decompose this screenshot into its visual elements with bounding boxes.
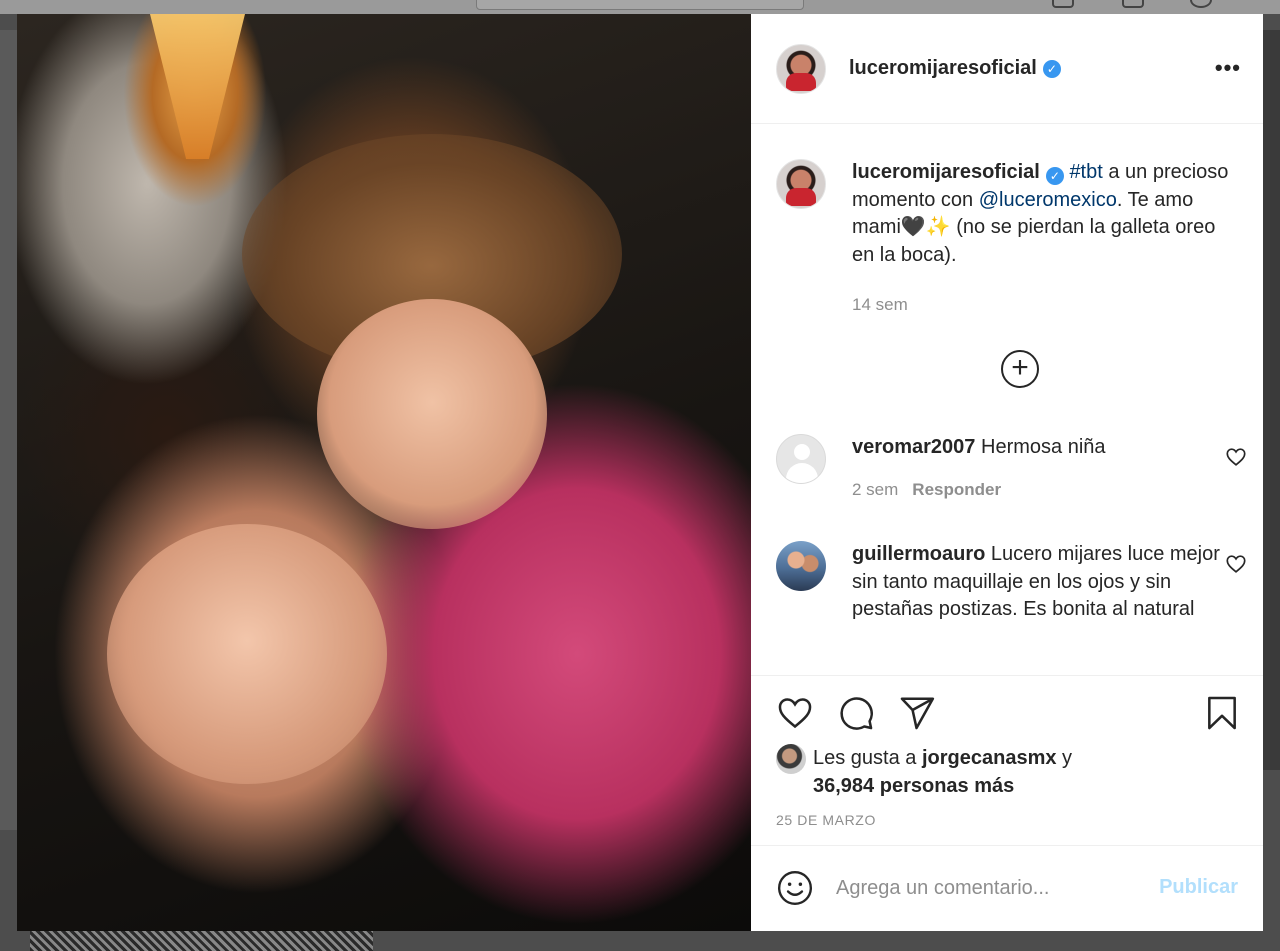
publish-button[interactable]: Publicar — [1159, 876, 1238, 899]
liker-avatar[interactable] — [776, 744, 806, 774]
verified-badge-icon: ✓ — [1045, 167, 1064, 185]
like-comment-heart-icon[interactable] — [1225, 553, 1247, 575]
more-options-button[interactable]: ••• — [1215, 57, 1241, 79]
heart-icon[interactable] — [776, 694, 814, 732]
load-more-comments-button[interactable]: + — [1001, 350, 1039, 388]
emoji-icon[interactable] — [776, 869, 814, 907]
post-actions: Les gusta a jorgecanasmx y 36,984 person… — [751, 675, 1263, 845]
post-sidebar: luceromijaresoficial ✓ ••• luceromijares… — [751, 14, 1263, 931]
comment-item: guillermoauro Lucero mijares luce mejor … — [776, 541, 1247, 624]
comment-text: Hermosa niña — [981, 436, 1106, 458]
caption-time[interactable]: 14 sem — [852, 291, 1242, 319]
author-username[interactable]: luceromijaresoficial — [849, 57, 1037, 80]
liker-username[interactable]: jorgecanasmx — [922, 747, 1057, 769]
likes-prefix: Les gusta a — [813, 747, 922, 769]
likes-summary: Les gusta a jorgecanasmx y 36,984 person… — [776, 744, 1072, 800]
likes-suffix: y — [1056, 747, 1073, 769]
post-header: luceromijaresoficial ✓ ••• — [751, 14, 1263, 124]
post-modal: luceromijaresoficial ✓ ••• luceromijares… — [17, 14, 1263, 931]
caption-avatar[interactable] — [776, 159, 826, 209]
verified-badge-icon: ✓ — [1042, 59, 1061, 78]
send-icon[interactable] — [898, 694, 936, 732]
post-photo[interactable] — [17, 14, 751, 931]
add-comment-bar: Publicar — [751, 845, 1263, 931]
comment-icon[interactable] — [837, 694, 875, 732]
likes-text: Les gusta a jorgecanasmx y 36,984 person… — [813, 744, 1072, 800]
caption-username[interactable]: luceromijaresoficial — [852, 161, 1040, 183]
comment-username[interactable]: veromar2007 — [852, 436, 975, 458]
likes-count[interactable]: 36,984 personas más — [813, 775, 1014, 797]
background-thumbnail — [30, 930, 373, 951]
caption-mention[interactable]: @luceromexico — [979, 189, 1117, 211]
reply-button[interactable]: Responder — [912, 480, 1001, 499]
commenter-avatar[interactable] — [776, 434, 826, 484]
photo-woman-face — [107, 524, 387, 784]
background-feed-right — [1263, 30, 1280, 770]
comments-list[interactable]: luceromijaresoficial ✓ #tbt a un precioso… — [751, 124, 1263, 675]
comment-body: veromar2007 Hermosa niña 2 sem Responder — [852, 434, 1242, 503]
comment-body: guillermoauro Lucero mijares luce mejor … — [852, 541, 1242, 624]
author-name-group: luceromijaresoficial ✓ — [849, 57, 1061, 80]
caption-hashtag[interactable]: #tbt — [1069, 161, 1102, 183]
author-avatar[interactable] — [776, 43, 826, 94]
background-nav-icon — [1122, 0, 1144, 8]
caption-body: luceromijaresoficial ✓ #tbt a un precioso… — [852, 159, 1242, 319]
background-feed-left — [0, 30, 17, 830]
comment-meta: 2 sem Responder — [852, 476, 1242, 504]
background-nav-icon — [1052, 0, 1074, 8]
commenter-avatar[interactable] — [776, 541, 826, 591]
comment-item: veromar2007 Hermosa niña 2 sem Responder — [776, 434, 1247, 503]
photo-lamp — [150, 14, 245, 159]
comment-username[interactable]: guillermoauro — [852, 543, 985, 565]
comment-time[interactable]: 2 sem — [852, 480, 898, 499]
bookmark-icon[interactable] — [1203, 694, 1241, 732]
caption: luceromijaresoficial ✓ #tbt a un precioso… — [776, 159, 1247, 319]
photo-child-face — [317, 299, 547, 529]
comment-input[interactable] — [836, 868, 1136, 908]
post-date[interactable]: 25 DE MARZO — [776, 812, 876, 828]
background-search-bar — [476, 0, 804, 10]
like-comment-heart-icon[interactable] — [1225, 446, 1247, 468]
